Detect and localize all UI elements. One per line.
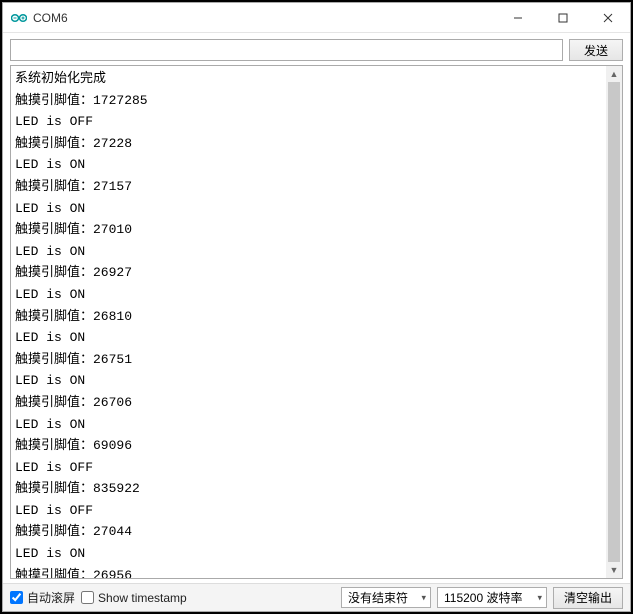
timestamp-input[interactable] (81, 591, 94, 604)
serial-monitor-window: COM6 发送 系统初始化完成 触摸引脚值：1727285 LED is OFF… (2, 2, 631, 612)
scroll-thumb[interactable] (608, 82, 620, 562)
clear-output-button[interactable]: 清空输出 (553, 587, 623, 609)
minimize-button[interactable] (495, 3, 540, 33)
line-ending-select[interactable]: 没有结束符 ▾ (341, 587, 431, 608)
send-button[interactable]: 发送 (569, 39, 623, 61)
autoscroll-label: 自动滚屏 (27, 589, 75, 606)
console-pane: 系统初始化完成 触摸引脚值：1727285 LED is OFF 触摸引脚值：2… (10, 65, 623, 579)
maximize-button[interactable] (540, 3, 585, 33)
window-title: COM6 (33, 11, 68, 25)
timestamp-label: Show timestamp (98, 591, 187, 605)
scroll-up-button[interactable]: ▲ (606, 66, 622, 82)
scroll-down-button[interactable]: ▼ (606, 562, 622, 578)
timestamp-checkbox[interactable]: Show timestamp (81, 591, 187, 605)
baud-select[interactable]: 115200 波特率 ▾ (437, 587, 547, 608)
title-bar: COM6 (3, 3, 630, 33)
console-output: 系统初始化完成 触摸引脚值：1727285 LED is OFF 触摸引脚值：2… (11, 66, 606, 578)
scroll-track[interactable] (606, 82, 622, 562)
send-row: 发送 (3, 33, 630, 65)
line-ending-value: 没有结束符 (348, 589, 408, 606)
vertical-scrollbar[interactable]: ▲ ▼ (606, 66, 622, 578)
send-input[interactable] (10, 39, 563, 61)
baud-value: 115200 波特率 (444, 589, 523, 606)
close-button[interactable] (585, 3, 630, 33)
autoscroll-input[interactable] (10, 591, 23, 604)
chevron-down-icon: ▾ (421, 592, 426, 603)
chevron-down-icon: ▾ (537, 592, 542, 603)
arduino-icon (11, 10, 27, 26)
autoscroll-checkbox[interactable]: 自动滚屏 (10, 589, 75, 606)
bottom-bar: 自动滚屏 Show timestamp 没有结束符 ▾ 115200 波特率 ▾… (3, 583, 630, 611)
